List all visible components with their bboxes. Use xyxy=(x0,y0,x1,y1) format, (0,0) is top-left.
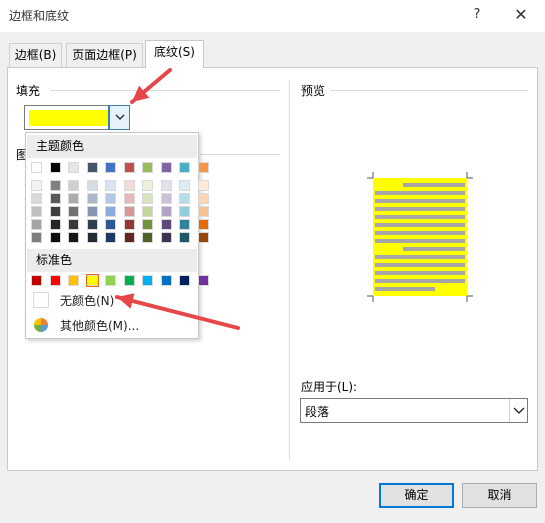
apply-to-dropdown-button[interactable] xyxy=(509,399,527,422)
theme-color-shade-swatch[interactable] xyxy=(105,219,116,230)
theme-color-shade-swatch[interactable] xyxy=(86,219,98,230)
theme-color-shade-swatch[interactable] xyxy=(142,180,153,191)
theme-color-swatch[interactable] xyxy=(68,162,79,173)
theme-color-shade-swatch[interactable] xyxy=(49,193,61,204)
theme-color-shade-swatch[interactable] xyxy=(160,180,172,191)
theme-color-shade-swatch[interactable] xyxy=(197,232,209,243)
standard-colors-header: 标准色 xyxy=(27,249,197,272)
theme-color-shade-swatch[interactable] xyxy=(68,193,79,204)
theme-color-shade-swatch[interactable] xyxy=(123,232,135,243)
theme-color-shade-swatch[interactable] xyxy=(105,206,116,217)
apply-to-label: 应用于(L): xyxy=(301,380,358,394)
color-picker-popup: 主题颜色 标准色 无颜色(N) 其他颜色(M)... xyxy=(25,132,209,339)
theme-color-shade-swatch[interactable] xyxy=(123,193,135,204)
theme-color-swatch[interactable] xyxy=(160,162,172,173)
theme-color-shade-swatch[interactable] xyxy=(68,180,79,191)
theme-color-shade-swatch[interactable] xyxy=(160,193,172,204)
theme-color-shade-swatch[interactable] xyxy=(49,180,61,191)
no-color-label: 无颜色(N) xyxy=(60,294,115,308)
apply-to-value: 段落 xyxy=(305,405,330,419)
theme-color-shade-swatch[interactable] xyxy=(142,232,153,243)
theme-color-shade-swatch[interactable] xyxy=(142,206,153,217)
theme-color-swatch[interactable] xyxy=(179,162,190,173)
theme-color-shade-swatch[interactable] xyxy=(31,193,42,204)
no-color-option[interactable]: 无颜色(N) xyxy=(30,289,196,311)
standard-color-swatch[interactable] xyxy=(68,275,79,286)
theme-color-shade-swatch[interactable] xyxy=(68,219,79,230)
no-color-swatch-icon xyxy=(33,292,49,308)
more-colors-option[interactable]: 其他颜色(M)... xyxy=(30,314,196,336)
theme-color-swatch[interactable] xyxy=(86,162,98,173)
theme-color-shade-swatch[interactable] xyxy=(123,219,135,230)
standard-color-swatch[interactable] xyxy=(142,275,153,286)
theme-colors-header: 主题颜色 xyxy=(27,135,197,158)
theme-color-shade-swatch[interactable] xyxy=(197,193,209,204)
chevron-down-icon xyxy=(513,407,525,414)
standard-color-swatch[interactable] xyxy=(49,275,61,286)
standard-color-swatch[interactable] xyxy=(179,275,190,286)
apply-to-select[interactable]: 段落 xyxy=(300,398,528,423)
theme-color-swatch[interactable] xyxy=(31,162,42,173)
theme-color-shade-swatch[interactable] xyxy=(86,206,98,217)
theme-color-shade-swatch[interactable] xyxy=(179,206,190,217)
theme-color-shade-swatch[interactable] xyxy=(179,180,190,191)
cancel-button[interactable]: 取消 xyxy=(462,483,537,508)
theme-color-shade-swatch[interactable] xyxy=(123,206,135,217)
theme-color-shade-swatch[interactable] xyxy=(105,232,116,243)
theme-color-shade-swatch[interactable] xyxy=(86,180,98,191)
theme-color-shade-swatch[interactable] xyxy=(142,219,153,230)
theme-color-shade-swatch[interactable] xyxy=(68,232,79,243)
theme-color-shade-swatch[interactable] xyxy=(160,232,172,243)
theme-color-swatch[interactable] xyxy=(49,162,61,173)
standard-color-swatch[interactable] xyxy=(105,275,116,286)
theme-color-shade-swatch[interactable] xyxy=(179,232,190,243)
theme-color-shade-swatch[interactable] xyxy=(86,193,98,204)
theme-color-shade-swatch[interactable] xyxy=(160,206,172,217)
theme-color-shade-swatch[interactable] xyxy=(31,180,42,191)
standard-color-swatch[interactable] xyxy=(85,274,99,287)
standard-color-swatch[interactable] xyxy=(123,275,135,286)
theme-color-swatch[interactable] xyxy=(142,162,153,173)
tab-shading[interactable]: 底纹(S) xyxy=(145,40,204,68)
palette-icon xyxy=(34,318,48,332)
theme-color-swatch[interactable] xyxy=(197,162,209,173)
theme-color-shade-swatch[interactable] xyxy=(31,219,42,230)
standard-color-swatch[interactable] xyxy=(160,275,172,286)
theme-color-shade-swatch[interactable] xyxy=(197,206,209,217)
theme-color-shade-swatch[interactable] xyxy=(31,206,42,217)
theme-color-shade-swatch[interactable] xyxy=(31,232,42,243)
more-colors-label: 其他颜色(M)... xyxy=(60,319,140,333)
ok-button[interactable]: 确定 xyxy=(379,483,454,508)
theme-color-shade-swatch[interactable] xyxy=(49,232,61,243)
standard-color-swatch[interactable] xyxy=(31,275,42,286)
theme-color-shade-swatch[interactable] xyxy=(179,193,190,204)
theme-color-shade-swatch[interactable] xyxy=(142,193,153,204)
theme-color-shade-swatch[interactable] xyxy=(86,232,98,243)
theme-color-shade-swatch[interactable] xyxy=(49,219,61,230)
theme-color-swatch[interactable] xyxy=(105,162,116,173)
theme-color-shade-swatch[interactable] xyxy=(105,193,116,204)
standard-color-swatch[interactable] xyxy=(197,275,209,286)
theme-color-shade-swatch[interactable] xyxy=(197,219,209,230)
theme-color-shade-swatch[interactable] xyxy=(123,180,135,191)
theme-color-shade-swatch[interactable] xyxy=(49,206,61,217)
theme-color-shade-swatch[interactable] xyxy=(179,219,190,230)
theme-color-shade-swatch[interactable] xyxy=(160,219,172,230)
theme-color-shade-swatch[interactable] xyxy=(105,180,116,191)
theme-color-shade-swatch[interactable] xyxy=(197,180,209,191)
theme-color-swatch[interactable] xyxy=(123,162,135,173)
theme-color-shade-swatch[interactable] xyxy=(68,206,79,217)
